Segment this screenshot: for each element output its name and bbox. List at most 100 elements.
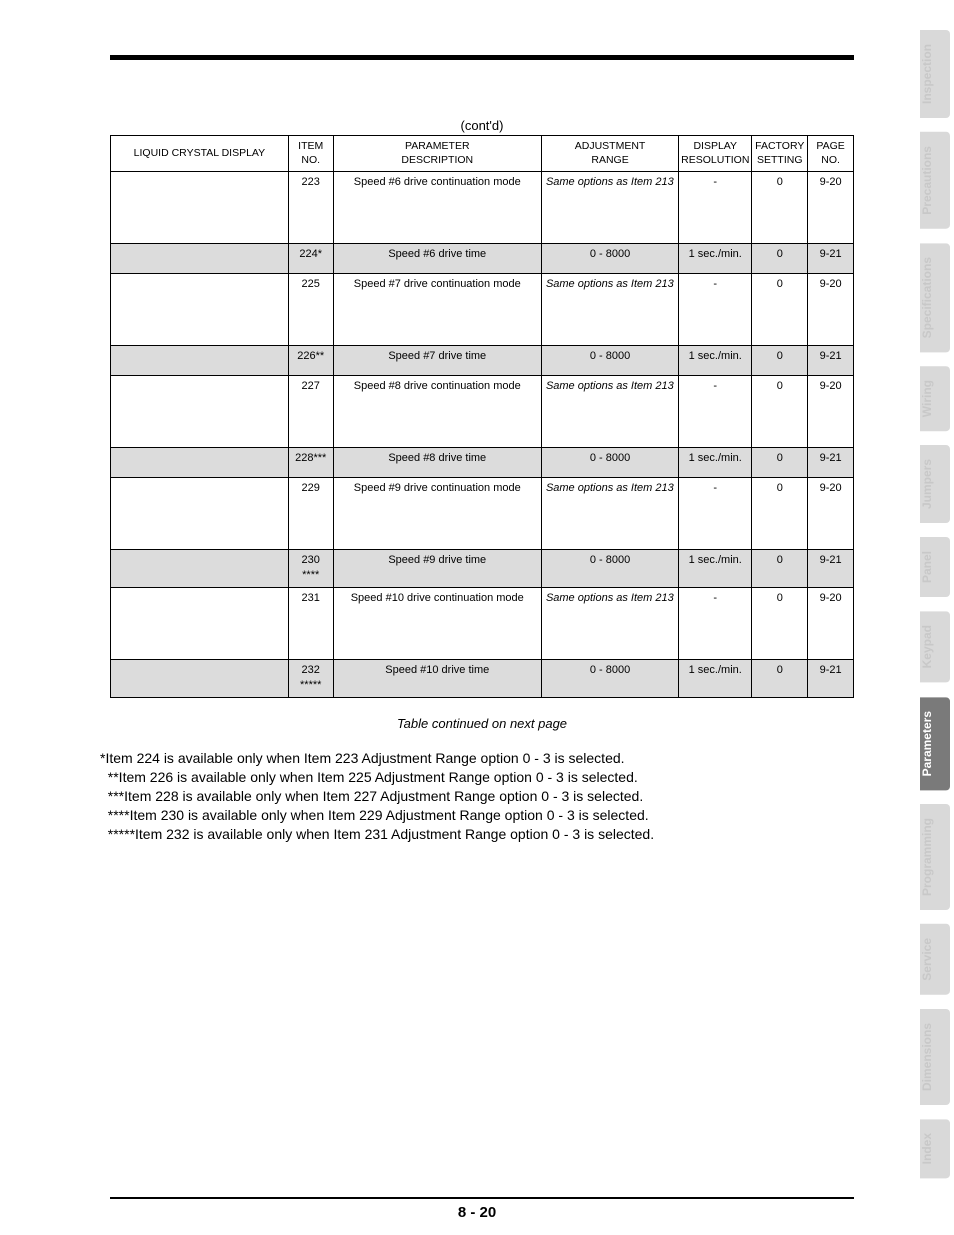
footnote-line: ***Item 228 is available only when Item … (100, 787, 854, 806)
cell-page-no: 9-20 (808, 274, 854, 346)
cell-factory: 0 (752, 376, 808, 448)
section-tab[interactable]: Specifications (920, 243, 950, 352)
cell-adjustment: 0 - 8000 (541, 448, 678, 478)
table-row: 231Speed #10 drive continuation modeSame… (111, 588, 854, 660)
cell-page-no: 9-20 (808, 172, 854, 244)
cell-resolution: 1 sec./min. (679, 346, 752, 376)
contd-label: (cont'd) (110, 118, 854, 133)
cell-lcd (111, 448, 289, 478)
cell-factory: 0 (752, 588, 808, 660)
cell-lcd (111, 478, 289, 550)
cell-page-no: 9-20 (808, 588, 854, 660)
table-row: 226**Speed #7 drive time0 - 80001 sec./m… (111, 346, 854, 376)
section-tab[interactable]: Programming (920, 804, 950, 910)
table-row: 228***Speed #8 drive time0 - 80001 sec./… (111, 448, 854, 478)
cell-page-no: 9-21 (808, 244, 854, 274)
section-tab[interactable]: Panel (920, 537, 950, 597)
cell-page-no: 9-21 (808, 346, 854, 376)
cell-description: Speed #6 drive time (333, 244, 541, 274)
section-tab[interactable]: Dimensions (920, 1009, 950, 1105)
cell-resolution: - (679, 172, 752, 244)
cell-factory: 0 (752, 346, 808, 376)
table-body: 223Speed #6 drive continuation modeSame … (111, 172, 854, 698)
cell-lcd (111, 346, 289, 376)
cell-description: Speed #7 drive continuation mode (333, 274, 541, 346)
footnote-line: *****Item 232 is available only when Ite… (100, 825, 854, 844)
bottom-rule (110, 1197, 854, 1199)
cell-adjustment: 0 - 8000 (541, 244, 678, 274)
th-lcd: LIQUID CRYSTAL DISPLAY (111, 136, 289, 172)
cell-item-no: 229 (288, 478, 333, 550)
cell-lcd (111, 244, 289, 274)
section-tab[interactable]: Jumpers (920, 445, 950, 523)
cell-description: Speed #10 drive time (333, 660, 541, 698)
cell-factory: 0 (752, 448, 808, 478)
table-row: 232 *****Speed #10 drive time0 - 80001 s… (111, 660, 854, 698)
table-continued-note: Table continued on next page (110, 716, 854, 731)
section-tab[interactable]: Keypad (920, 611, 950, 682)
cell-resolution: 1 sec./min. (679, 244, 752, 274)
cell-lcd (111, 660, 289, 698)
cell-item-no: 228*** (288, 448, 333, 478)
section-tab[interactable]: Parameters (920, 697, 950, 790)
cell-adjustment: Same options as Item 213 (541, 588, 678, 660)
cell-description: Speed #9 drive time (333, 550, 541, 588)
cell-page-no: 9-21 (808, 660, 854, 698)
th-desc: PARAMETERDESCRIPTION (333, 136, 541, 172)
cell-description: Speed #7 drive time (333, 346, 541, 376)
cell-adjustment: 0 - 8000 (541, 346, 678, 376)
cell-adjustment: 0 - 8000 (541, 660, 678, 698)
footnote-line: **Item 226 is available only when Item 2… (100, 768, 854, 787)
th-page: PAGENO. (808, 136, 854, 172)
cell-item-no: 232 ***** (288, 660, 333, 698)
cell-page-no: 9-21 (808, 448, 854, 478)
cell-factory: 0 (752, 274, 808, 346)
section-tab[interactable]: Precautions (920, 132, 950, 229)
cell-description: Speed #9 drive continuation mode (333, 478, 541, 550)
section-tab[interactable]: Wiring (920, 366, 950, 431)
section-tab[interactable]: Inspection (920, 30, 950, 118)
footnote-line: ****Item 230 is available only when Item… (100, 806, 854, 825)
cell-lcd (111, 376, 289, 448)
table-header-row: LIQUID CRYSTAL DISPLAY ITEMNO. PARAMETER… (111, 136, 854, 172)
cell-adjustment: Same options as Item 213 (541, 478, 678, 550)
table-row: 229Speed #9 drive continuation modeSame … (111, 478, 854, 550)
page-content: (cont'd) LIQUID CRYSTAL DISPLAY ITEMNO. … (110, 55, 854, 844)
cell-item-no: 231 (288, 588, 333, 660)
cell-page-no: 9-20 (808, 376, 854, 448)
cell-factory: 0 (752, 478, 808, 550)
th-item: ITEMNO. (288, 136, 333, 172)
cell-item-no: 225 (288, 274, 333, 346)
cell-description: Speed #8 drive continuation mode (333, 376, 541, 448)
cell-resolution: - (679, 376, 752, 448)
cell-page-no: 9-20 (808, 478, 854, 550)
cell-resolution: 1 sec./min. (679, 448, 752, 478)
section-tab[interactable]: Service (920, 924, 950, 995)
cell-adjustment: Same options as Item 213 (541, 172, 678, 244)
cell-factory: 0 (752, 244, 808, 274)
cell-description: Speed #8 drive time (333, 448, 541, 478)
cell-lcd (111, 172, 289, 244)
parameter-table: LIQUID CRYSTAL DISPLAY ITEMNO. PARAMETER… (110, 135, 854, 698)
cell-factory: 0 (752, 660, 808, 698)
top-rule (110, 55, 854, 60)
cell-factory: 0 (752, 550, 808, 588)
cell-lcd (111, 274, 289, 346)
th-adj: ADJUSTMENTRANGE (541, 136, 678, 172)
section-tab[interactable]: Index (920, 1119, 950, 1178)
th-fac: FACTORYSETTING (752, 136, 808, 172)
th-res: DISPLAYRESOLUTION (679, 136, 752, 172)
cell-lcd (111, 550, 289, 588)
cell-page-no: 9-21 (808, 550, 854, 588)
table-row: 227Speed #8 drive continuation modeSame … (111, 376, 854, 448)
cell-item-no: 230 **** (288, 550, 333, 588)
footnote-line: *Item 224 is available only when Item 22… (100, 749, 854, 768)
side-tabs: Inspection Precautions Specifications Wirin… (920, 30, 954, 1178)
cell-description: Speed #10 drive continuation mode (333, 588, 541, 660)
cell-adjustment: Same options as Item 213 (541, 274, 678, 346)
cell-resolution: - (679, 274, 752, 346)
cell-adjustment: 0 - 8000 (541, 550, 678, 588)
cell-resolution: 1 sec./min. (679, 660, 752, 698)
footnotes: *Item 224 is available only when Item 22… (100, 749, 854, 843)
cell-resolution: 1 sec./min. (679, 550, 752, 588)
